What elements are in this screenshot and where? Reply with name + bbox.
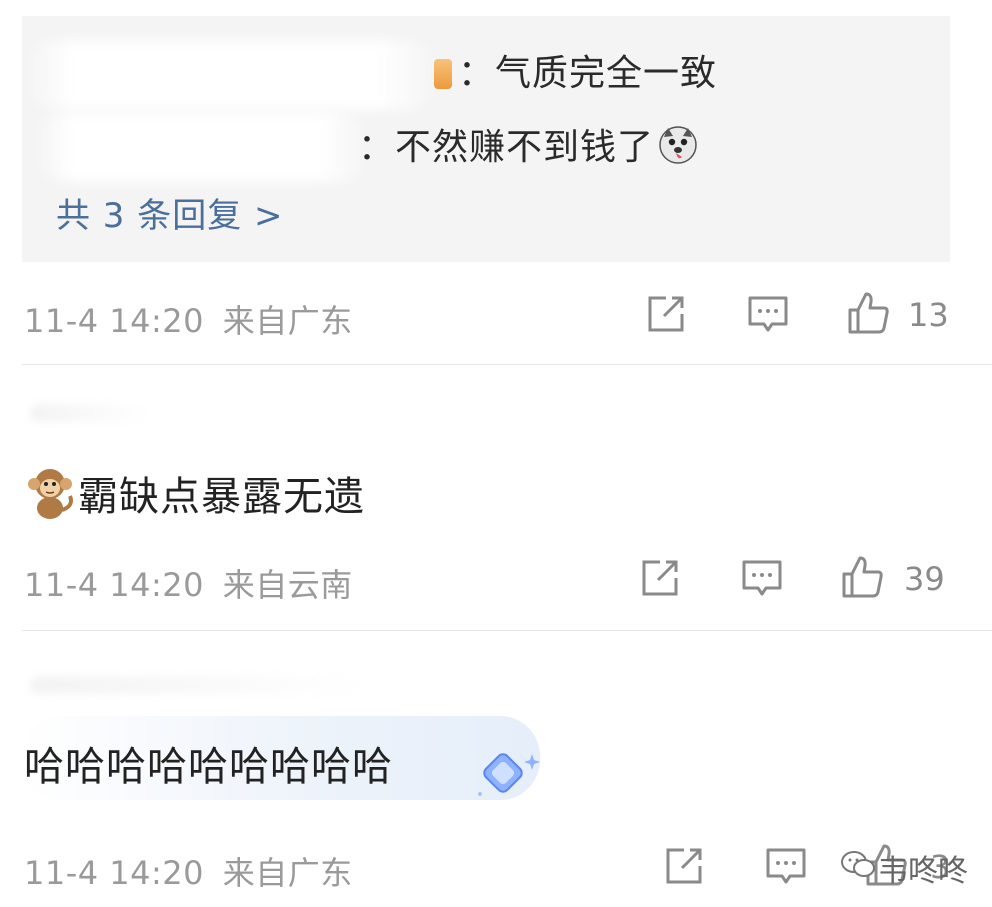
comment-location: 来自广东 bbox=[222, 302, 353, 340]
divider bbox=[22, 364, 992, 365]
comment-location: 来自广东 bbox=[222, 854, 353, 892]
comment-meta: 11-4 14:20 来自云南 bbox=[24, 560, 353, 606]
comment-text: 霸缺点暴露无遗 bbox=[26, 464, 365, 522]
reply-line-2: ：不然赚不到钱了 bbox=[358, 118, 698, 170]
view-all-replies-link[interactable]: 共 3 条回复 > bbox=[56, 188, 284, 237]
thumbs-up-icon[interactable] bbox=[840, 554, 884, 598]
badge-icon bbox=[434, 59, 452, 89]
like-count: 13 bbox=[908, 296, 949, 334]
comment-time: 11-4 14:20 bbox=[24, 302, 205, 340]
blurred-username bbox=[22, 40, 442, 110]
comment-time: 11-4 14:20 bbox=[24, 854, 205, 892]
reply-preview-box[interactable]: ：气质完全一致 ：不然赚不到钱了 共 3 条回复 > bbox=[22, 16, 950, 262]
watermark-text: 韦咚咚 bbox=[878, 854, 968, 889]
comment-icon[interactable] bbox=[746, 292, 790, 336]
comment-meta: 11-4 14:20 来自广东 bbox=[24, 296, 353, 342]
comment-icon[interactable] bbox=[740, 556, 784, 600]
comment-meta: 11-4 14:20 来自广东 bbox=[24, 848, 353, 894]
monkey-emoji-icon bbox=[28, 469, 73, 519]
reply-line-1: ：气质完全一致 bbox=[434, 44, 717, 96]
like-count: 39 bbox=[904, 560, 945, 598]
comment-text: 哈哈哈哈哈哈哈哈哈 bbox=[24, 744, 393, 790]
share-icon[interactable] bbox=[638, 556, 682, 600]
comment-icon[interactable] bbox=[764, 844, 808, 888]
thumbs-up-icon[interactable] bbox=[846, 290, 890, 334]
diamond-decoration-icon bbox=[478, 753, 540, 796]
blurred-username bbox=[30, 676, 370, 694]
wechat-icon bbox=[841, 851, 875, 877]
blurred-username bbox=[30, 404, 150, 422]
blurred-username bbox=[32, 112, 372, 182]
comment-time: 11-4 14:20 bbox=[24, 566, 205, 604]
husky-emoji-icon bbox=[659, 126, 697, 164]
share-icon[interactable] bbox=[644, 292, 688, 336]
share-icon[interactable] bbox=[662, 844, 706, 888]
comment-location: 来自云南 bbox=[222, 566, 353, 604]
divider bbox=[22, 630, 992, 631]
